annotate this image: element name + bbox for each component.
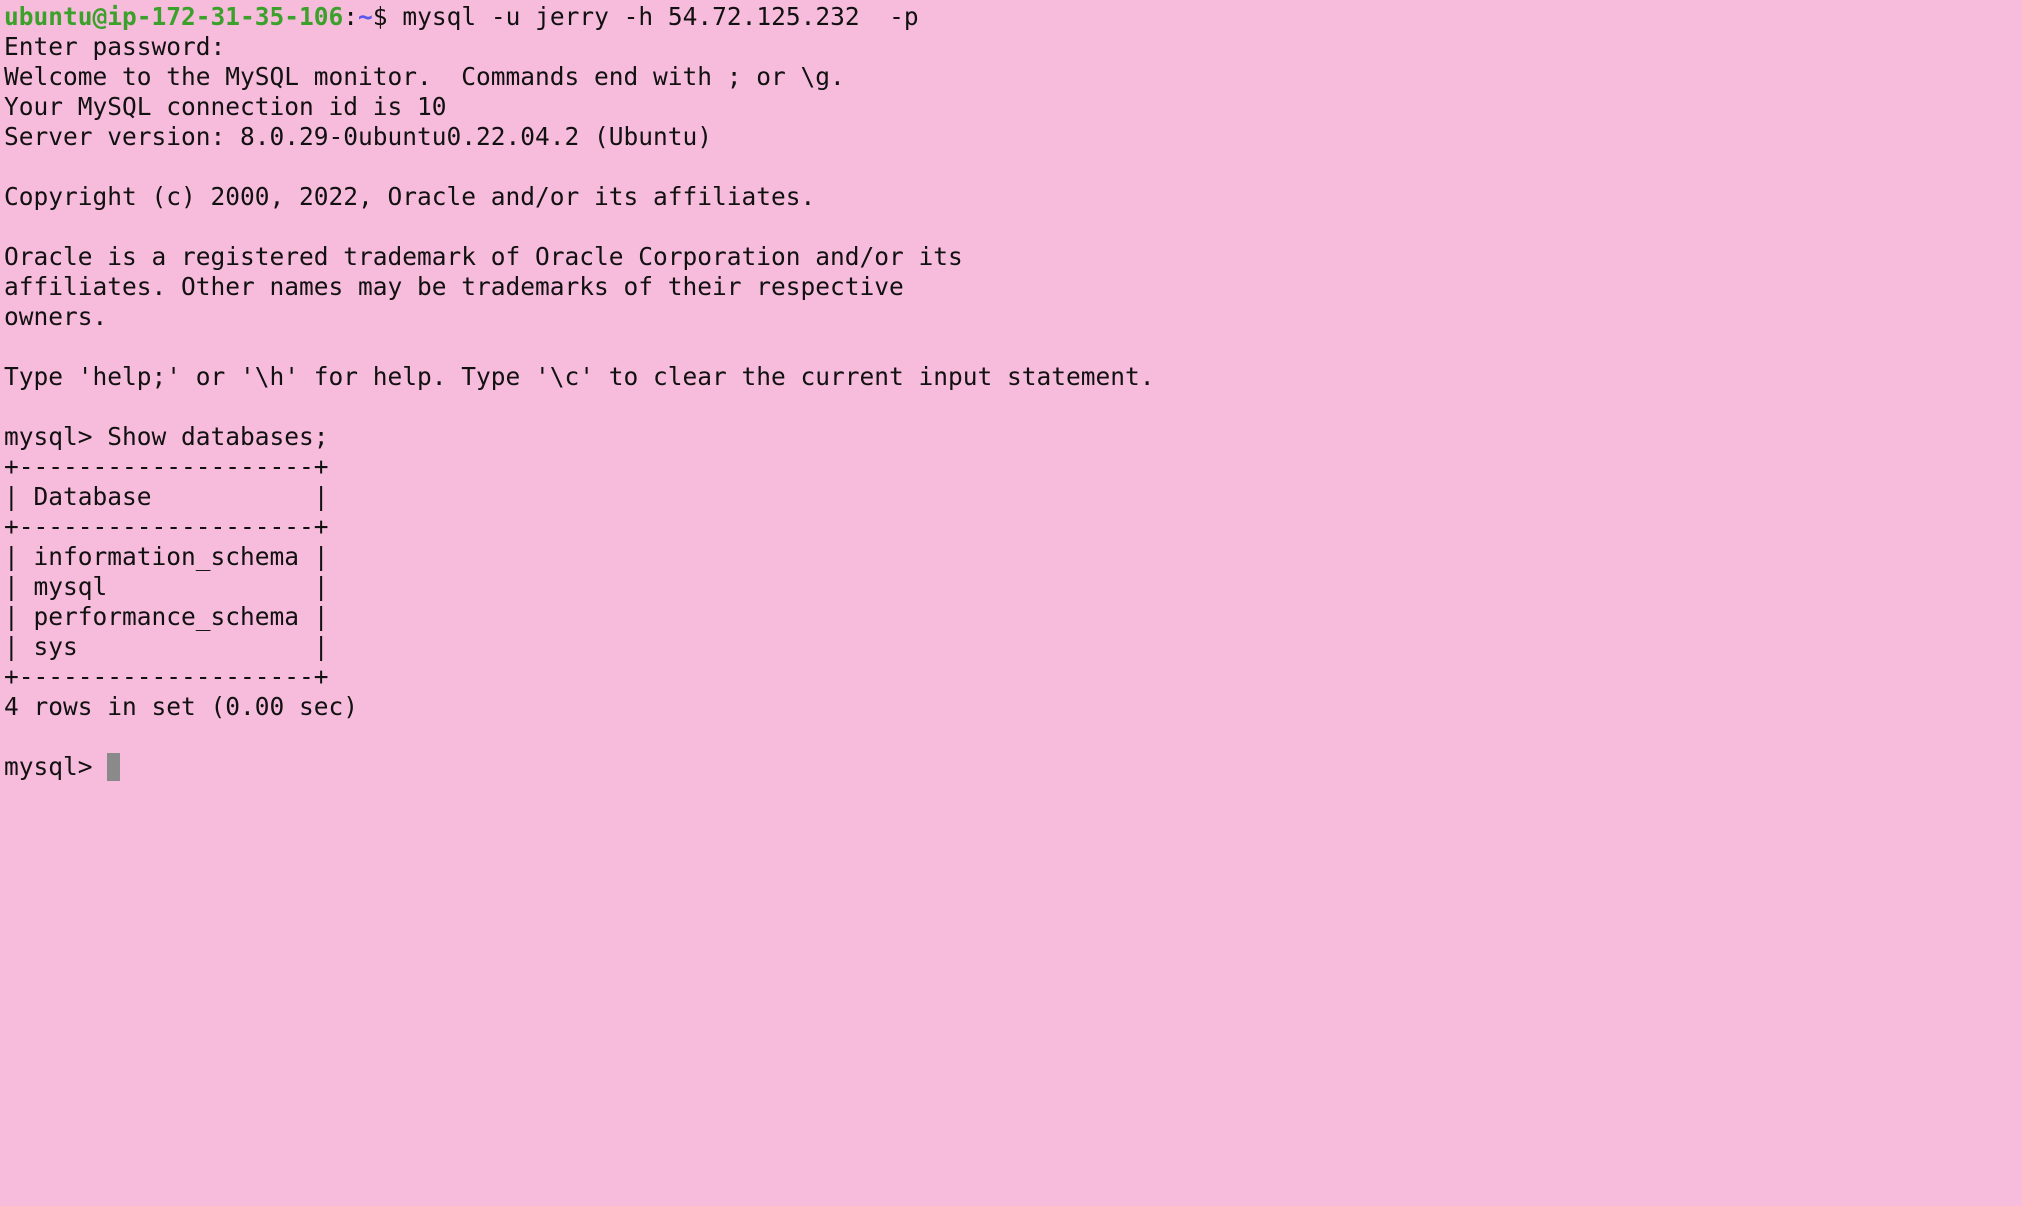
- prompt-path: ~: [358, 2, 373, 31]
- database-table-row: | performance_schema |: [4, 602, 329, 631]
- mysql-command-line: mysql> Show databases;: [4, 422, 329, 451]
- copyright-line: Copyright (c) 2000, 2022, Oracle and/or …: [4, 182, 816, 211]
- database-table-border: +--------------------+: [4, 662, 329, 691]
- trademark-line: affiliates. Other names may be trademark…: [4, 272, 904, 301]
- trademark-line: Oracle is a registered trademark of Orac…: [4, 242, 963, 271]
- server-version-line: Server version: 8.0.29-0ubuntu0.22.04.2 …: [4, 122, 713, 151]
- result-summary-line: 4 rows in set (0.00 sec): [4, 692, 359, 721]
- trademark-line: owners.: [4, 302, 108, 331]
- help-line: Type 'help;' or '\h' for help. Type '\c'…: [4, 362, 1155, 391]
- database-table-row: | sys |: [4, 632, 329, 661]
- database-table-row: | mysql |: [4, 572, 329, 601]
- connection-id-line: Your MySQL connection id is 10: [4, 92, 447, 121]
- current-input-line[interactable]: mysql>: [4, 752, 2022, 782]
- password-prompt-line: Enter password:: [4, 32, 226, 61]
- prompt-symbol: $: [372, 2, 388, 31]
- shell-command: mysql -u jerry -h 54.72.125.232 -p: [387, 2, 919, 31]
- database-table-header: | Database |: [4, 482, 329, 511]
- text-cursor: [107, 753, 121, 781]
- prompt-user-host: ubuntu@ip-172-31-35-106: [4, 2, 344, 31]
- terminal-window[interactable]: ubuntu@ip-172-31-35-106:~$ mysql -u jerr…: [0, 0, 2022, 1206]
- database-table-border: +--------------------+: [4, 512, 329, 541]
- prompt-separator: :: [343, 2, 359, 31]
- database-table-row: | information_schema |: [4, 542, 329, 571]
- shell-prompt-line: ubuntu@ip-172-31-35-106:~$ mysql -u jerr…: [4, 2, 2022, 32]
- mysql-prompt: mysql>: [4, 752, 108, 781]
- database-table-border: +--------------------+: [4, 452, 329, 481]
- welcome-line: Welcome to the MySQL monitor. Commands e…: [4, 62, 845, 91]
